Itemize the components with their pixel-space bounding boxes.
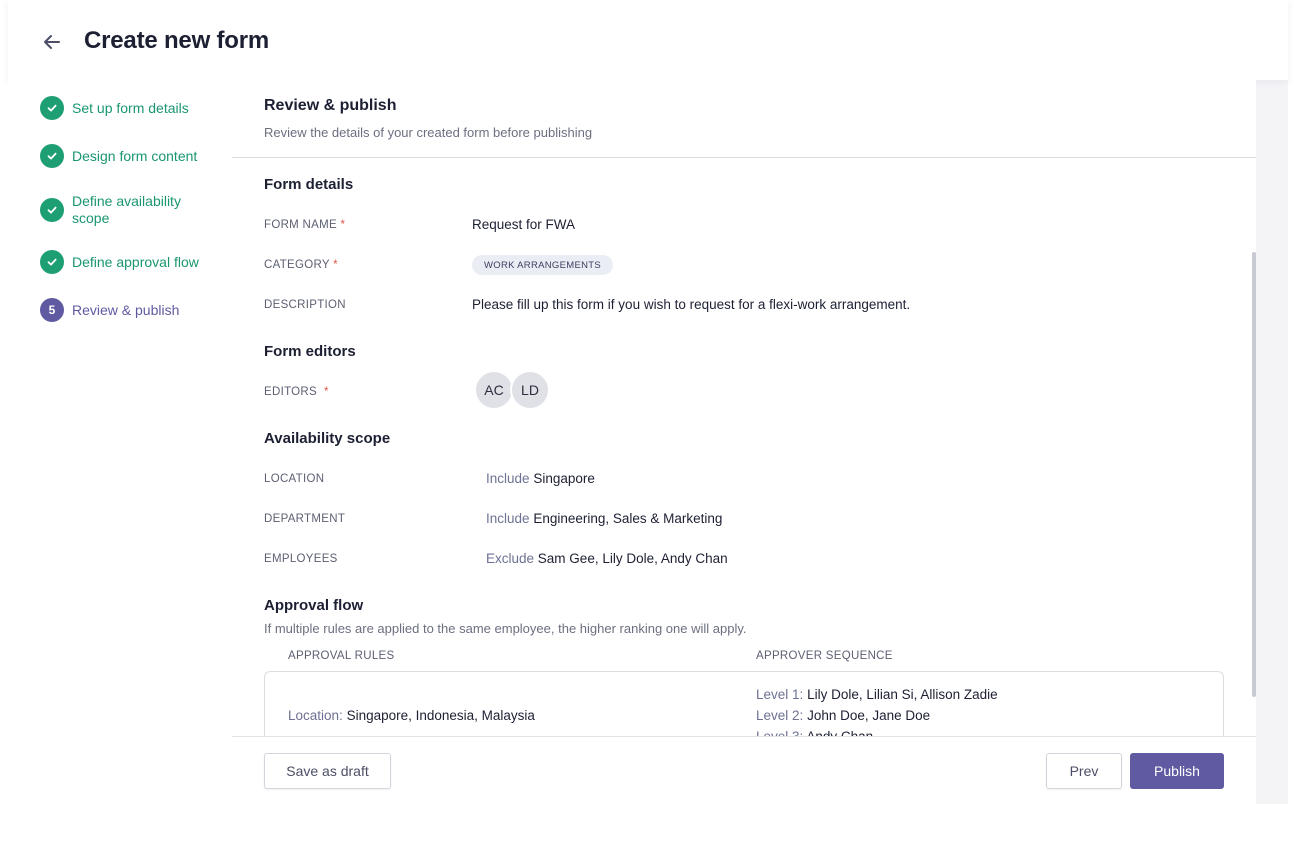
step-set-up-form-details[interactable]: Set up form details: [40, 96, 189, 120]
description-value: Please fill up this form if you wish to …: [472, 297, 911, 312]
employees-label: EMPLOYEES: [264, 553, 338, 565]
check-icon: [40, 144, 64, 168]
panel-header: Review & publish Review the details of y…: [232, 80, 1256, 158]
avatar: AC: [474, 370, 514, 410]
review-panel: Review & publish Review the details of y…: [232, 80, 1256, 804]
approval-note: If multiple rules are applied to the sam…: [264, 621, 747, 636]
check-icon: [40, 96, 64, 120]
form-name-label: FORM NAME *: [264, 219, 346, 231]
step-number-badge: 5: [40, 298, 64, 322]
department-label: DEPARTMENT: [264, 513, 346, 525]
arrow-left-icon: [44, 35, 60, 49]
category-label: CATEGORY *: [264, 259, 338, 271]
required-mark: *: [333, 259, 338, 271]
category-chip: WORK ARRANGEMENTS: [472, 255, 613, 275]
prev-button[interactable]: Prev: [1046, 753, 1122, 789]
step-label: Design form content: [72, 147, 198, 164]
step-design-form-content[interactable]: Design form content: [40, 144, 197, 168]
department-value: Include Engineering, Sales & Marketing: [486, 511, 723, 526]
location-label: LOCATION: [264, 473, 325, 485]
approval-rules-header: APPROVAL RULES: [288, 650, 395, 662]
panel-subtitle: Review the details of your created form …: [264, 125, 593, 140]
step-define-availability-scope[interactable]: Define availability scope: [40, 193, 202, 227]
save-draft-button[interactable]: Save as draft: [264, 753, 391, 789]
back-button[interactable]: [38, 28, 66, 56]
description-label: DESCRIPTION: [264, 299, 346, 311]
section-title-approval-flow: Approval flow: [264, 597, 364, 614]
required-mark: *: [324, 386, 329, 398]
section-title-form-details: Form details: [264, 176, 354, 193]
form-name-value: Request for FWA: [472, 217, 576, 232]
employees-value: Exclude Sam Gee, Lily Dole, Andy Chan: [486, 551, 728, 566]
steps-sidebar: Set up form details Design form content …: [8, 80, 232, 804]
required-mark: *: [340, 219, 346, 231]
step-label: Set up form details: [72, 99, 189, 116]
rule-location: Location: Singapore, Indonesia, Malaysia: [288, 708, 535, 723]
section-title-form-editors: Form editors: [264, 343, 356, 360]
avatar: LD: [510, 370, 550, 410]
step-label: Review & publish: [72, 301, 180, 318]
editors-label: EDITORS *: [264, 386, 329, 398]
section-title-availability-scope: Availability scope: [264, 430, 391, 447]
approver-sequence-header: APPROVER SEQUENCE: [756, 650, 893, 662]
approver-level: Level 1: Lily Dole, Lilian Si, Allison Z…: [756, 687, 998, 702]
location-value: Include Singapore: [486, 471, 595, 486]
top-bar: Create new form: [8, 0, 1288, 80]
step-review-publish[interactable]: 5 Review & publish: [40, 298, 179, 322]
app-window: Create new form Set up form details Desi…: [8, 0, 1288, 804]
check-icon: [40, 250, 64, 274]
panel-title: Review & publish: [264, 97, 397, 114]
step-label: Define approval flow: [72, 253, 199, 270]
footer-actions: Save as draft Prev Publish: [232, 736, 1256, 804]
step-define-approval-flow[interactable]: Define approval flow: [40, 250, 199, 274]
step-label: Define availability scope: [72, 193, 181, 226]
page-title: Create new form: [84, 27, 270, 54]
approver-level: Level 2: John Doe, Jane Doe: [756, 708, 931, 723]
check-icon: [40, 198, 64, 222]
scrollbar[interactable]: [1252, 252, 1256, 697]
publish-button[interactable]: Publish: [1130, 753, 1224, 789]
